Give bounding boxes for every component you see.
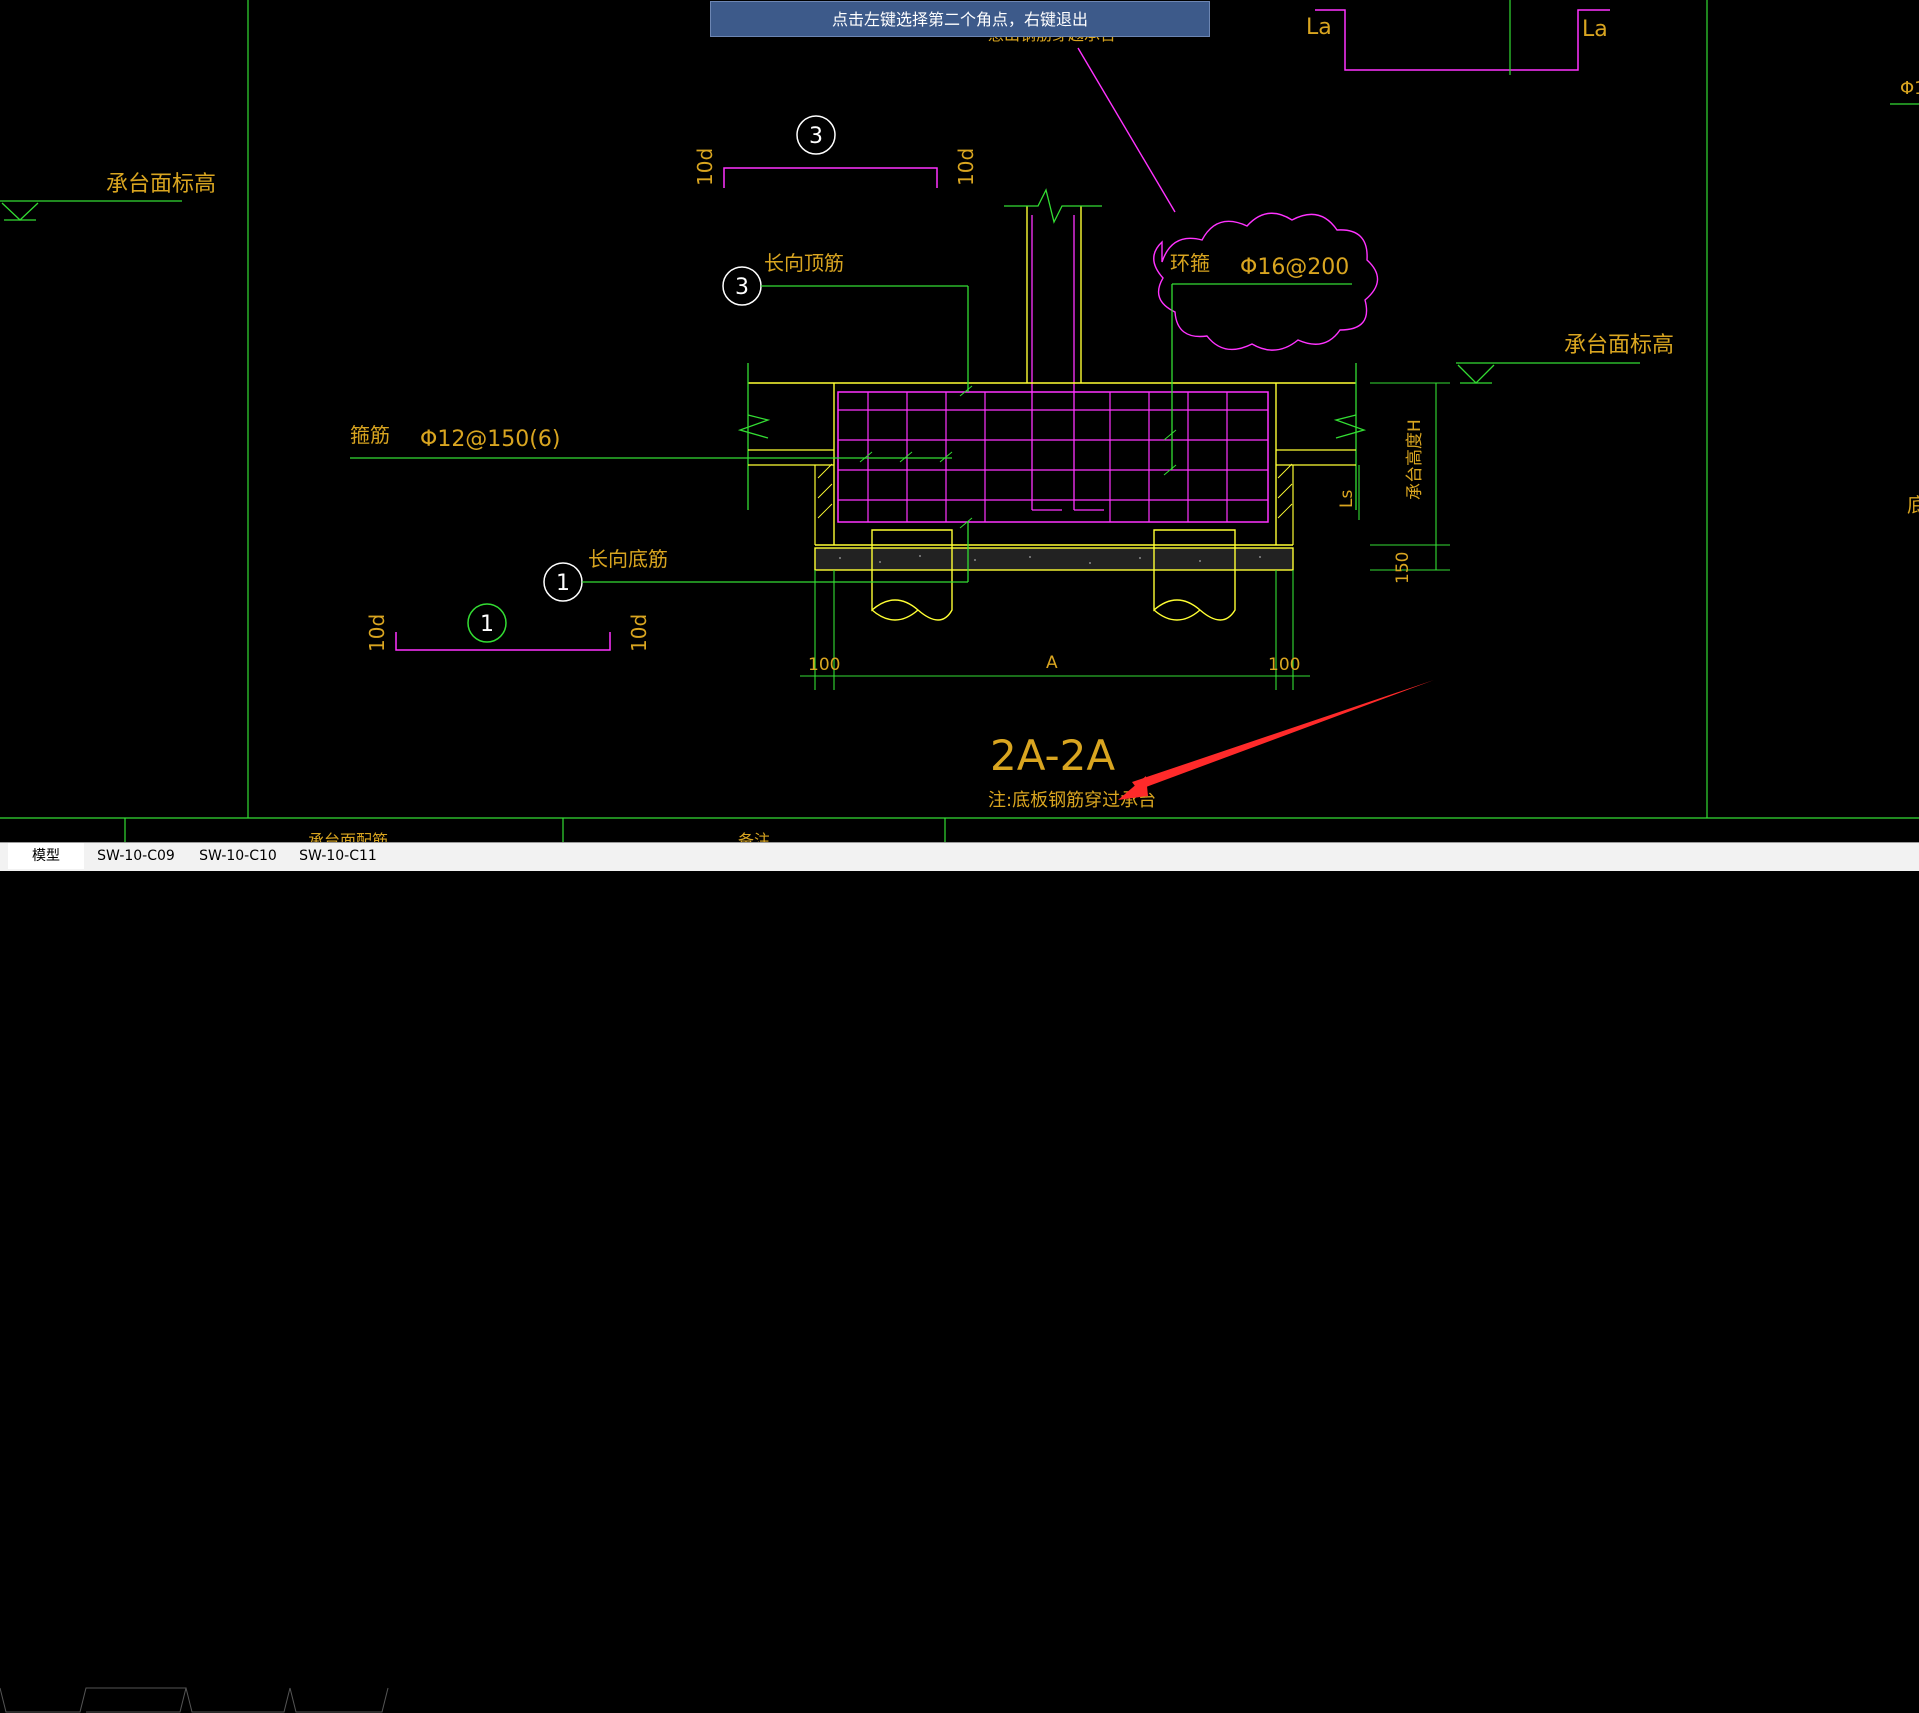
tab-outline-svg <box>0 1687 389 1713</box>
ten-d-bar3-left: 10d <box>693 148 717 186</box>
dim-100-left-text: 100 <box>808 655 840 675</box>
drawing-svg[interactable]: La La 悬出钢筋穿越承台 承台面标高 承台面标高 3 10d 10d 1 1… <box>0 0 1919 842</box>
dim-100-right-text: 100 <box>1268 655 1300 675</box>
bar1-bubble-mid-text: 1 <box>556 571 570 596</box>
la-right-text: La <box>1582 17 1608 42</box>
elev-triangle-right <box>1457 364 1495 384</box>
pile-right-break <box>1153 609 1201 621</box>
slab-left-breakmark <box>737 414 771 439</box>
hoop-spec: Φ12@150(6) <box>420 427 560 452</box>
right-edge-phi: Φ1 <box>1900 78 1919 99</box>
ten-d-bar1-right: 10d <box>627 614 651 652</box>
bar1-shape <box>395 632 611 651</box>
tab-sw-10-c10[interactable]: SW-10-C10 <box>192 843 284 869</box>
bar3-bubble-mid-text: 3 <box>735 275 749 300</box>
bar3-bubble-top-text: 3 <box>809 124 823 149</box>
long-top-label: 长向顶筋 <box>764 251 844 275</box>
tab-model[interactable]: 模型 <box>8 843 84 869</box>
cloud-leader-line <box>1077 47 1176 213</box>
bar3-shape <box>723 167 938 188</box>
dim-a-text: A <box>1046 653 1058 673</box>
dim-150-text: 150 <box>1393 552 1413 584</box>
ten-d-bar1-left: 10d <box>365 614 389 652</box>
tab-sw-10-c11[interactable]: SW-10-C11 <box>292 843 384 869</box>
bar1-bubble-bottom-text: 1 <box>480 612 494 637</box>
cap-height-text: 承台高度H <box>1405 419 1425 500</box>
bedding-layer <box>814 547 1294 571</box>
rebar-cage-outline <box>837 391 1269 523</box>
layout-tab-bar: 模型 SW-10-C09 SW-10-C10 SW-10-C11 <box>0 842 1919 1713</box>
red-arrow-head <box>1118 776 1148 800</box>
cap-elev-text-right: 承台面标高 <box>1564 333 1674 358</box>
revision-cloud <box>1153 212 1379 351</box>
cap-elev-text-left: 承台面标高 <box>106 172 216 197</box>
pile-left <box>871 529 953 621</box>
la-rebar-shape <box>1315 9 1610 71</box>
cad-drawing-canvas[interactable]: La La 悬出钢筋穿越承台 承台面标高 承台面标高 3 10d 10d 1 1… <box>0 0 1919 842</box>
pile-right <box>1153 529 1236 621</box>
ten-d-bar3-right: 10d <box>954 148 978 186</box>
ring-stirrup-label: 环箍 <box>1170 251 1210 275</box>
elev-triangle-left <box>1 202 39 221</box>
hoop-label: 箍筋 <box>350 423 390 447</box>
ls-text: Ls <box>1337 490 1357 508</box>
long-bottom-label: 长向底筋 <box>588 547 668 571</box>
slab-right-breakmark <box>1333 414 1367 439</box>
section-title: 2A-2A <box>990 731 1115 780</box>
column-break-line <box>1004 188 1102 224</box>
pile-left-break <box>871 609 919 621</box>
ring-stirrup-spec: Φ16@200 <box>1240 255 1349 280</box>
tab-sw-10-c09[interactable]: SW-10-C09 <box>90 843 182 869</box>
footer-cap-rebar: 承台面配筋 <box>308 831 388 842</box>
rebar-cage-grid <box>838 392 1268 522</box>
right-edge-text: 底 <box>1907 493 1919 517</box>
red-arrow-shaft <box>1132 680 1434 790</box>
footer-remark: 备注 <box>738 831 770 842</box>
command-prompt-bar: 点击左键选择第二个角点，右键退出 <box>710 1 1210 37</box>
la-left-text: La <box>1306 15 1332 40</box>
